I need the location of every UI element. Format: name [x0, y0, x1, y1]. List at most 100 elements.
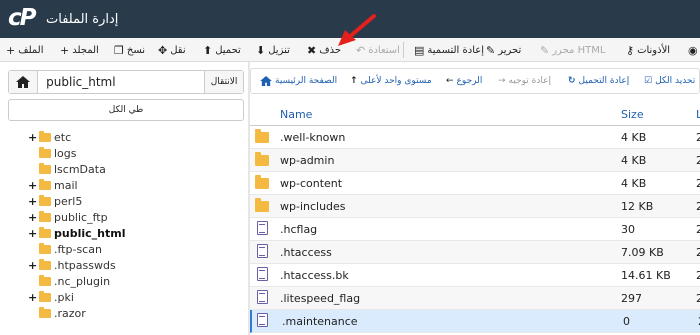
- permissions-button[interactable]: ⚷ الأذونات: [626, 42, 670, 58]
- level-up-icon: ↑: [350, 76, 358, 86]
- home-nav-button[interactable]: الصفحة الرئيسية: [260, 68, 337, 94]
- toolbar-label: الملف: [18, 44, 44, 56]
- toolbar-label: تحميل: [215, 44, 241, 56]
- table-row[interactable]: wp-includes 12 KB 2: [250, 195, 700, 218]
- tree-item-label: .htpasswds: [54, 258, 116, 272]
- toolbar-divider: [403, 42, 404, 58]
- file-size: 12 KB: [621, 200, 654, 213]
- table-row-selected[interactable]: .maintenance 0 2: [250, 310, 700, 333]
- tree-item[interactable]: logs: [28, 145, 77, 161]
- path-input[interactable]: [38, 72, 205, 92]
- red-arrow-annotation: [338, 14, 376, 46]
- tree-item[interactable]: .nc_plugin: [28, 273, 110, 289]
- file-size: 30: [621, 223, 635, 236]
- expand-icon[interactable]: +: [28, 291, 37, 304]
- plus-icon: +: [6, 43, 16, 57]
- forward-button[interactable]: → إعادة توجيه: [498, 68, 551, 94]
- folder-icon: [39, 226, 51, 238]
- table-row[interactable]: .litespeed_flag 297 2: [250, 287, 700, 310]
- tree-item-current[interactable]: + public_html: [28, 225, 125, 241]
- table-row[interactable]: .hcflag 30 2: [250, 218, 700, 241]
- home-icon: [260, 76, 272, 86]
- tree-item[interactable]: + mail: [28, 177, 78, 193]
- tree-item[interactable]: + perl5: [28, 193, 82, 209]
- tree-item-label: etc: [54, 130, 72, 144]
- tree-item[interactable]: + public_ftp: [28, 209, 108, 225]
- move-button[interactable]: ✥ نقل: [158, 42, 186, 58]
- folder-icon: [39, 194, 51, 206]
- expand-icon[interactable]: +: [28, 179, 37, 192]
- tree-item[interactable]: + .htpasswds: [28, 257, 116, 273]
- file-size: 14.61 KB: [621, 269, 671, 282]
- tree-item[interactable]: .ftp-scan: [28, 241, 102, 257]
- file-name: .htaccess.bk: [280, 269, 349, 282]
- nav-label: إعادة التحميل: [578, 76, 630, 86]
- go-button[interactable]: الانتقال: [204, 71, 243, 93]
- upload-icon: ⬆: [203, 43, 213, 57]
- collapse-all-button[interactable]: طي الكل: [8, 99, 244, 121]
- table-row[interactable]: wp-admin 4 KB 2: [250, 149, 700, 172]
- table-row[interactable]: .well-known 4 KB 2: [250, 126, 700, 149]
- key-icon: ⚷: [626, 43, 635, 57]
- copy-button[interactable]: ❐ نسخ: [114, 42, 145, 58]
- view-button[interactable]: ◉: [688, 42, 698, 58]
- home-icon: [16, 76, 31, 88]
- pencil-icon: ✎: [486, 43, 496, 57]
- tree-item-label: logs: [54, 146, 77, 160]
- back-button[interactable]: ← الرجوع: [446, 68, 482, 94]
- file-last-modified: 2: [696, 269, 700, 282]
- folder-icon: [255, 152, 269, 166]
- file-name: .well-known: [280, 131, 346, 144]
- folder-icon: [255, 198, 269, 212]
- file-name: .htaccess: [280, 246, 332, 259]
- html-editor-button[interactable]: ✎ محرر HTML: [540, 42, 605, 58]
- tree-item[interactable]: lscmData: [28, 161, 106, 177]
- refresh-icon: ↻: [568, 76, 576, 86]
- eye-icon: ◉: [688, 43, 698, 57]
- select-all-button[interactable]: ☑ تحديد الكل: [644, 68, 695, 94]
- file-icon: [257, 221, 268, 235]
- reload-button[interactable]: ↻ إعادة التحميل: [568, 68, 629, 94]
- file-size: 4 KB: [621, 177, 647, 190]
- file-size: 7.09 KB: [621, 246, 664, 259]
- home-button[interactable]: [9, 71, 39, 93]
- file-last-modified: 2: [696, 200, 700, 213]
- folder-icon: [39, 146, 51, 158]
- column-header-name[interactable]: Name: [280, 108, 312, 121]
- tree-item[interactable]: .razor: [28, 305, 86, 321]
- expand-icon[interactable]: +: [28, 211, 37, 224]
- tree-item-label: .pki: [54, 290, 74, 304]
- column-header-size[interactable]: Size: [621, 108, 644, 121]
- table-row[interactable]: .htaccess 7.09 KB 2: [250, 241, 700, 264]
- upload-button[interactable]: ⬆ تحميل: [203, 42, 241, 58]
- column-header-last-modified[interactable]: L: [696, 108, 700, 121]
- expand-icon[interactable]: +: [28, 259, 37, 272]
- file-last-modified: 2: [696, 131, 700, 144]
- up-one-level-button[interactable]: ↑ مستوى واحد لأعلى: [350, 68, 432, 94]
- expand-icon[interactable]: +: [28, 195, 37, 208]
- cpanel-logo[interactable]: cP: [8, 5, 36, 31]
- path-bar: الانتقال: [8, 70, 244, 94]
- nav-label: الصفحة الرئيسية: [275, 76, 338, 86]
- file-name: .maintenance: [282, 315, 358, 328]
- file-last-modified: 2: [696, 177, 700, 190]
- toolbar-label: الأذونات: [637, 44, 671, 56]
- toolbar-label: نقل: [170, 44, 186, 56]
- table-row[interactable]: wp-content 4 KB 2: [250, 172, 700, 195]
- nav-label: إعادة توجيه: [508, 76, 552, 86]
- file-last-modified: 2: [696, 154, 700, 167]
- file-name: wp-includes: [280, 200, 346, 213]
- new-folder-button[interactable]: + المجلد: [60, 42, 99, 58]
- toolbar-label: نسخ: [126, 44, 146, 56]
- expand-icon[interactable]: +: [28, 227, 37, 240]
- expand-icon[interactable]: +: [28, 131, 37, 144]
- file-icon: [257, 244, 268, 258]
- rename-button[interactable]: ▤ إعادة التسمية: [414, 42, 484, 58]
- tree-item-label: public_html: [54, 226, 126, 240]
- new-file-button[interactable]: + الملف: [6, 42, 44, 58]
- edit-button[interactable]: ✎ تحرير: [486, 42, 521, 58]
- table-row[interactable]: .htaccess.bk 14.61 KB 2: [250, 264, 700, 287]
- tree-item[interactable]: + .pki: [28, 289, 74, 305]
- download-button[interactable]: ⬇ تنزيل: [256, 42, 290, 58]
- tree-item[interactable]: + etc: [28, 129, 71, 145]
